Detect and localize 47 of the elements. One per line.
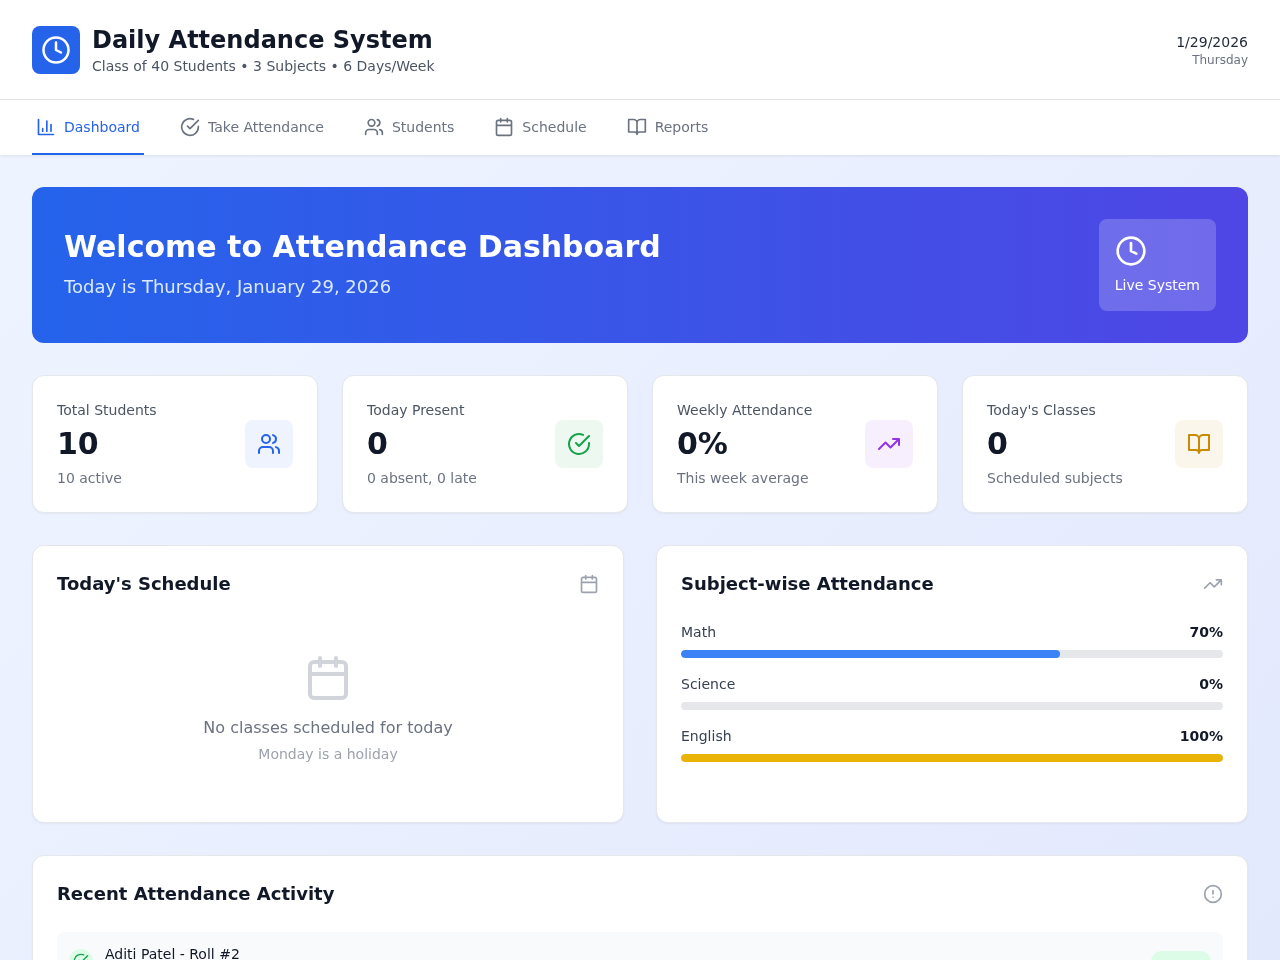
alert-icon bbox=[1203, 884, 1223, 904]
student-name: Aditi Patel - Roll #2 bbox=[105, 945, 241, 960]
users-icon bbox=[245, 420, 293, 468]
banner-title: Welcome to Attendance Dashboard bbox=[64, 229, 661, 265]
live-status-label: Live System bbox=[1114, 276, 1200, 295]
subject-name: English bbox=[681, 727, 732, 746]
panel-title: Recent Attendance Activity bbox=[57, 882, 335, 906]
open-book-icon bbox=[626, 116, 647, 137]
empty-message: No classes scheduled for today bbox=[203, 717, 453, 739]
app-subtitle: Class of 40 Students • 3 Subjects • 6 Days/Week bbox=[92, 56, 435, 76]
clock-icon bbox=[1114, 235, 1147, 267]
stat-label: Today Present bbox=[367, 401, 466, 420]
nav-tab[interactable]: Dashboard bbox=[32, 100, 144, 155]
stat-value: 10 bbox=[57, 426, 100, 462]
trend-up-icon bbox=[865, 420, 913, 468]
date-text: 1/29/2026 bbox=[1176, 32, 1248, 52]
subject-percent: 100% bbox=[1179, 727, 1223, 746]
stat-note: Scheduled subjects bbox=[987, 469, 1123, 488]
calendar-icon bbox=[579, 574, 599, 594]
app-title: Daily Attendance System bbox=[92, 24, 434, 56]
nav-tab[interactable]: Schedule bbox=[490, 100, 591, 155]
stat-note: This week average bbox=[677, 469, 810, 488]
subject-name: Science bbox=[681, 675, 736, 694]
open-book-icon bbox=[1175, 420, 1223, 468]
panel-title: Subject-wise Attendance bbox=[681, 572, 934, 596]
stat-note: 0 absent, 0 late bbox=[367, 469, 477, 488]
nav-tab[interactable]: Take Attendance bbox=[175, 100, 328, 155]
subject-percent: 70% bbox=[1189, 623, 1223, 642]
bar-chart-icon bbox=[36, 116, 56, 137]
stat-note: 10 active bbox=[57, 469, 123, 488]
banner-subtitle: Today is Thursday, January 29, 2026 bbox=[64, 275, 393, 299]
stat-value: 0 bbox=[987, 426, 1009, 462]
subject-percent: 0% bbox=[1199, 675, 1223, 694]
calendar-icon bbox=[494, 116, 515, 137]
panel-title: Today's Schedule bbox=[57, 572, 231, 596]
weekday-text: Thursday bbox=[1191, 51, 1248, 68]
empty-note: Monday is a holiday bbox=[258, 745, 398, 764]
stat-value: 0% bbox=[677, 426, 729, 462]
stat-value: 0 bbox=[367, 426, 389, 462]
stat-label: Today's Classes bbox=[987, 401, 1097, 420]
stat-label: Weekly Attendance bbox=[677, 401, 813, 420]
nav-tab[interactable]: Students bbox=[359, 100, 459, 155]
stat-label: Total Students bbox=[57, 401, 157, 420]
subject-name: Math bbox=[681, 623, 717, 642]
clock-logo-icon bbox=[32, 25, 80, 74]
users-icon bbox=[363, 116, 384, 137]
nav-tab[interactable]: Reports bbox=[622, 100, 713, 155]
